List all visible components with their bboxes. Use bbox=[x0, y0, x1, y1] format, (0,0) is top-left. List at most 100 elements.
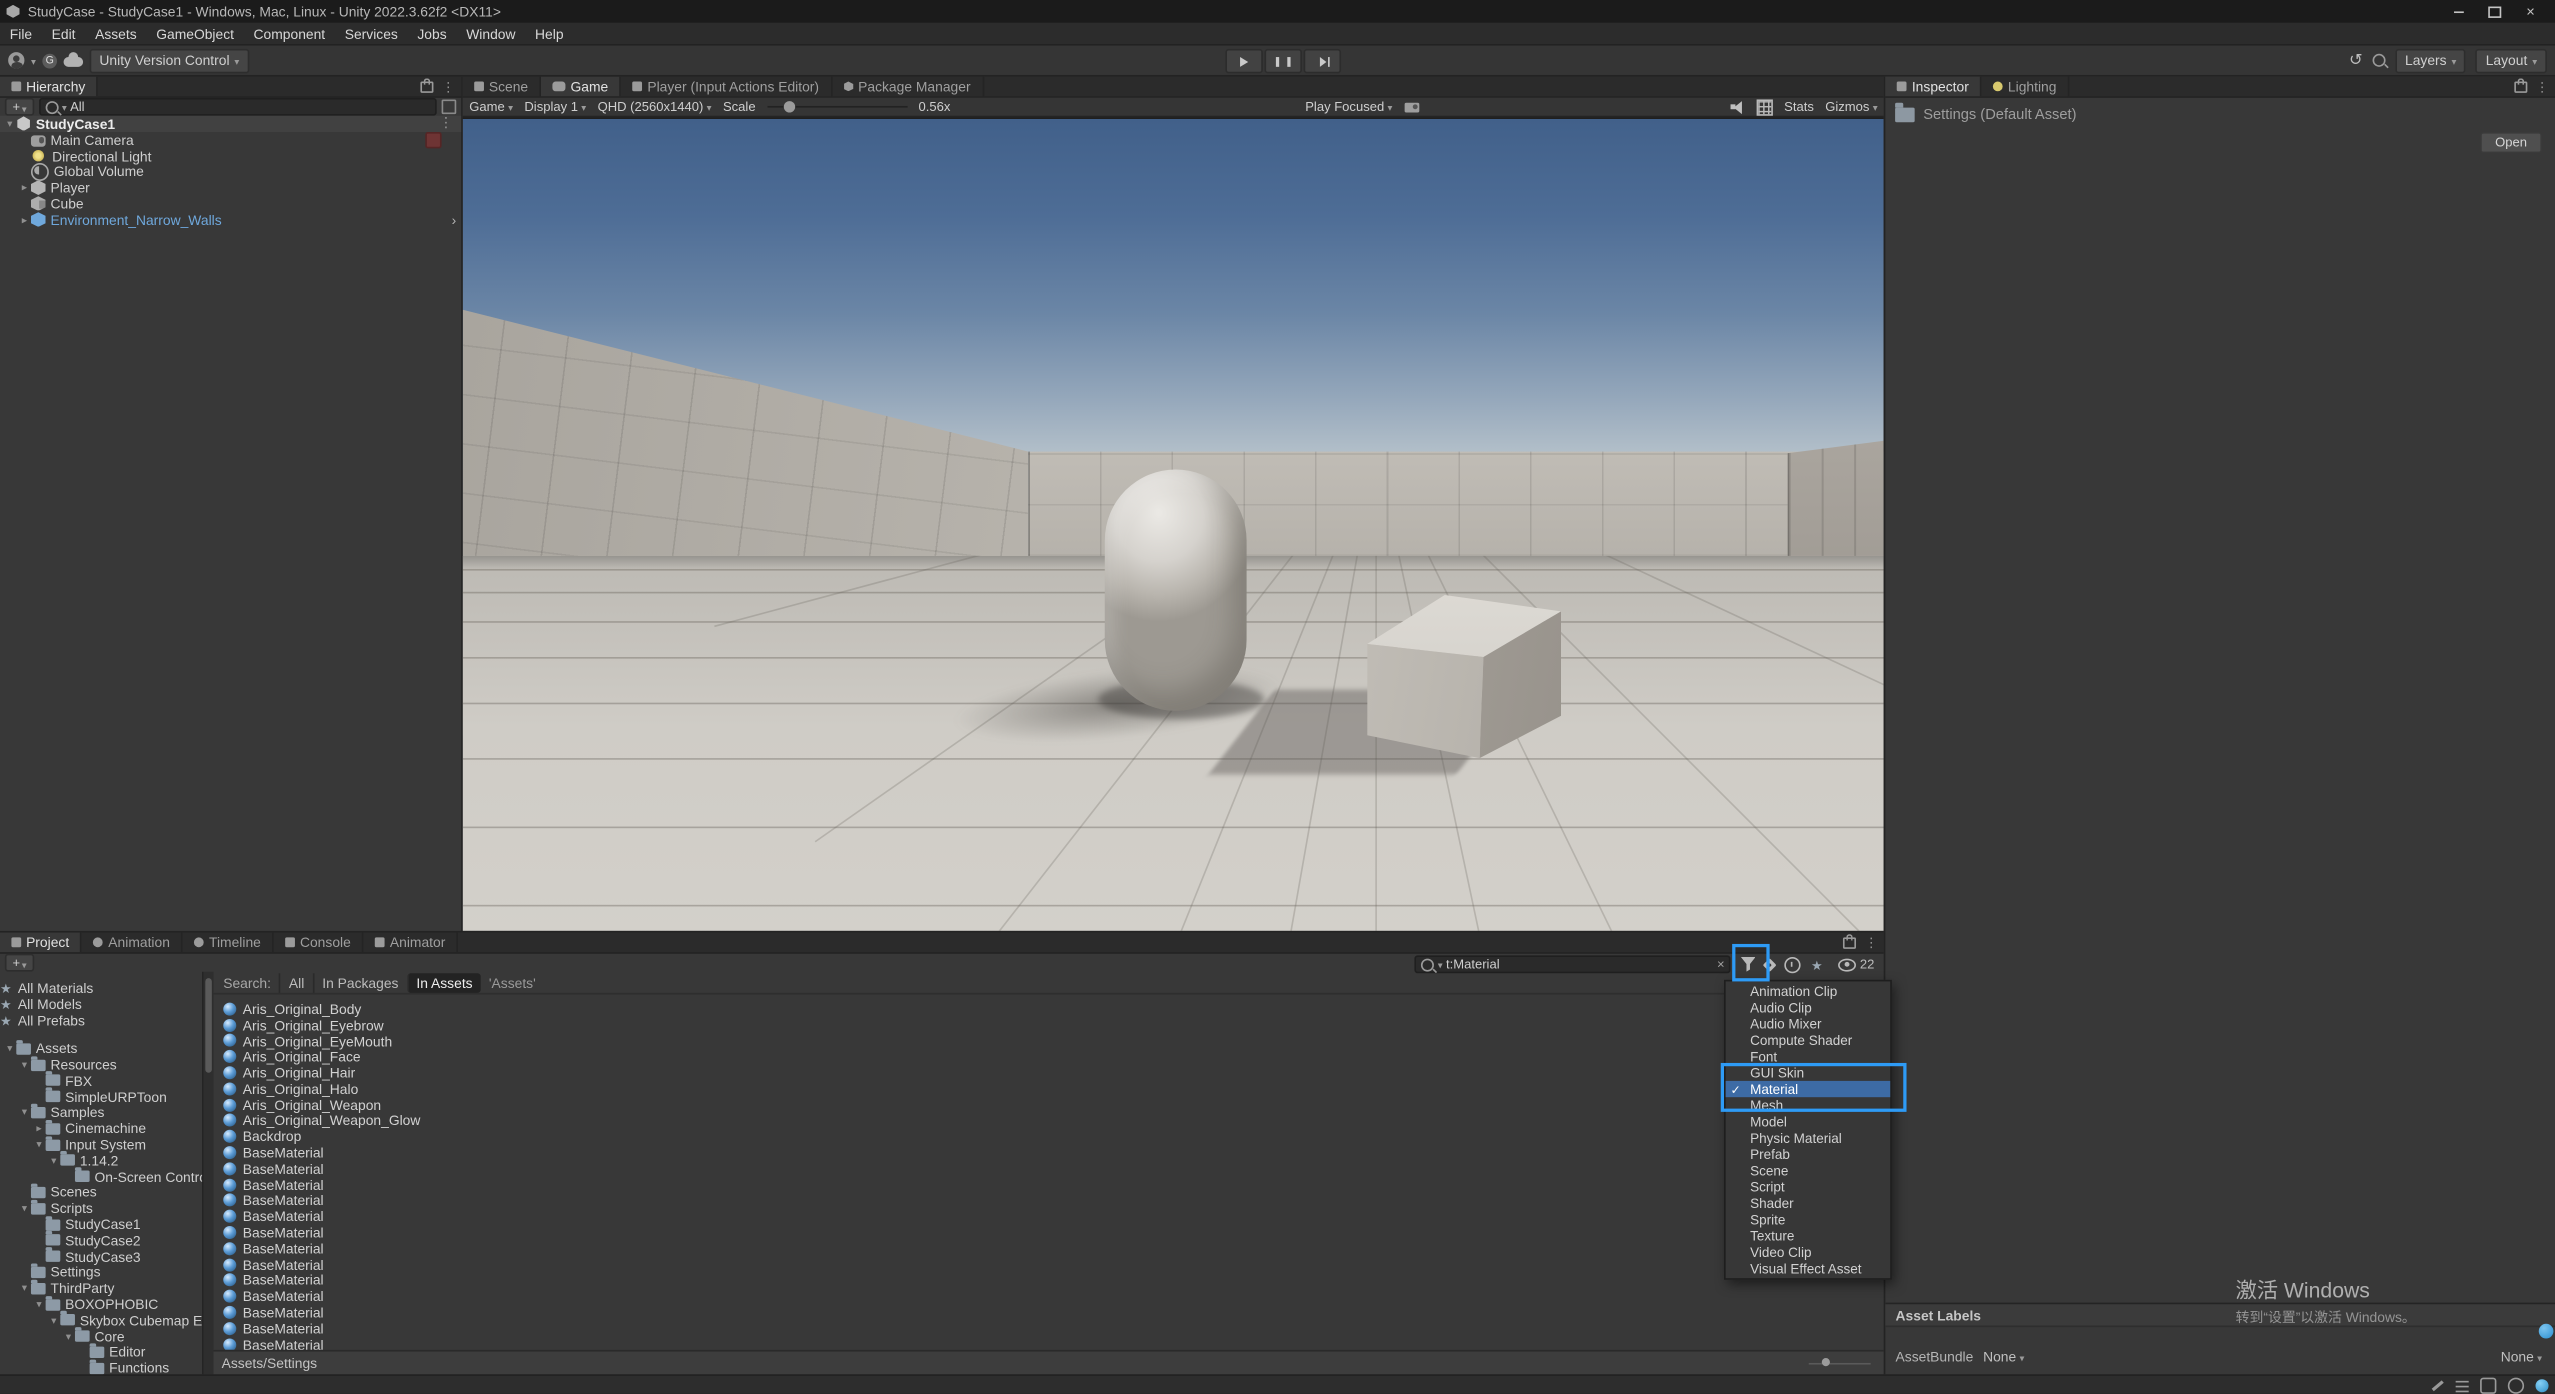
open-button[interactable]: Open bbox=[2480, 132, 2542, 153]
slider-thumb[interactable] bbox=[1822, 1358, 1830, 1366]
favorite-item[interactable]: All Models bbox=[0, 996, 202, 1012]
filter-menu-item[interactable]: Video Clip bbox=[1726, 1244, 1891, 1260]
search-options-icon[interactable] bbox=[442, 99, 457, 114]
favorite-item[interactable]: All Materials bbox=[0, 980, 202, 996]
play-button[interactable] bbox=[1225, 49, 1262, 73]
folder-item[interactable]: SimpleURPToon bbox=[0, 1089, 202, 1105]
assetbundle-variant-popup[interactable]: None bbox=[2501, 1348, 2542, 1364]
material-list-item[interactable]: BaseMaterial bbox=[223, 1193, 1884, 1209]
favorite-item[interactable]: All Prefabs bbox=[0, 1012, 202, 1028]
project-tab[interactable]: Animation bbox=[82, 933, 183, 953]
maximize-button[interactable] bbox=[2477, 0, 2513, 23]
folder-item[interactable]: On-Screen Contro bbox=[0, 1169, 202, 1185]
filter-menu-item[interactable]: Sprite bbox=[1726, 1211, 1891, 1227]
filter-menu-item[interactable]: Visual Effect Asset bbox=[1726, 1260, 1891, 1276]
folder-item[interactable]: ▾ Core bbox=[0, 1328, 202, 1344]
display-popup[interactable]: Display 1 bbox=[524, 99, 586, 114]
filter-menu-item[interactable]: Script bbox=[1726, 1179, 1891, 1195]
menu-item[interactable]: Component bbox=[244, 23, 335, 44]
expand-arrow[interactable]: ▾ bbox=[18, 1202, 31, 1215]
play-focused-popup[interactable]: Play Focused bbox=[1305, 99, 1392, 114]
folder-item[interactable]: Settings bbox=[0, 1264, 202, 1280]
project-tab[interactable]: Console bbox=[274, 933, 364, 953]
stats-toggle[interactable]: Stats bbox=[1784, 99, 1814, 114]
folder-item[interactable]: Scenes bbox=[0, 1185, 202, 1201]
material-list-item[interactable]: Backdrop bbox=[223, 1129, 1884, 1145]
folder-item[interactable]: Editor bbox=[0, 1344, 202, 1360]
hidden-packages-toggle[interactable]: 22 bbox=[1839, 957, 1875, 972]
search-scope-chip[interactable]: In Assets bbox=[407, 972, 481, 992]
material-list-item[interactable]: BaseMaterial bbox=[223, 1336, 1884, 1349]
inspector-tab[interactable]: Inspector bbox=[1886, 77, 1982, 97]
message-icon[interactable] bbox=[2480, 1377, 2496, 1393]
resolution-popup[interactable]: QHD (2560x1440) bbox=[598, 99, 712, 114]
capture-icon[interactable] bbox=[1405, 102, 1420, 112]
menu-item[interactable]: Jobs bbox=[408, 23, 457, 44]
material-list-item[interactable]: BaseMaterial bbox=[223, 1145, 1884, 1161]
folder-item[interactable]: ▾ Assets bbox=[0, 1041, 202, 1057]
step-button[interactable] bbox=[1304, 49, 1341, 73]
viewport-tab[interactable]: Game bbox=[541, 77, 621, 97]
create-asset-button[interactable] bbox=[5, 954, 34, 972]
folder-item[interactable]: StudyCase3 bbox=[0, 1248, 202, 1264]
lock-icon[interactable] bbox=[2514, 81, 2527, 92]
material-list-item[interactable]: BaseMaterial bbox=[223, 1241, 1884, 1257]
layout-button[interactable]: Layout bbox=[2476, 48, 2547, 72]
material-list-item[interactable]: Aris_Original_Hair bbox=[223, 1065, 1884, 1081]
menu-item[interactable]: Services bbox=[335, 23, 408, 44]
expand-arrow[interactable]: ▾ bbox=[33, 1298, 46, 1311]
filter-menu-item[interactable]: Audio Clip bbox=[1726, 999, 1891, 1015]
material-list-item[interactable]: Aris_Original_EyeMouth bbox=[223, 1033, 1884, 1049]
folder-item[interactable]: ▾ Samples bbox=[0, 1105, 202, 1121]
account-avatar-badge[interactable]: G bbox=[42, 53, 57, 68]
vsync-grid-icon[interactable] bbox=[1756, 99, 1772, 115]
project-tab[interactable]: Project bbox=[0, 933, 82, 953]
folder-item[interactable]: FBX bbox=[0, 1073, 202, 1089]
expand-arrow[interactable]: ▾ bbox=[47, 1314, 60, 1327]
filter-menu-item[interactable]: Model bbox=[1726, 1113, 1891, 1129]
search-icon[interactable] bbox=[2372, 54, 2385, 67]
search-scope-chip[interactable]: All bbox=[279, 972, 312, 992]
folder-item[interactable]: ▾ Scripts bbox=[0, 1200, 202, 1216]
folder-item[interactable]: ▸ Cinemachine bbox=[0, 1121, 202, 1137]
material-list-item[interactable]: Aris_Original_Halo bbox=[223, 1081, 1884, 1097]
folder-item[interactable]: ▾ BOXOPHOBIC bbox=[0, 1296, 202, 1312]
project-tab[interactable]: Animator bbox=[364, 933, 459, 953]
expand-arrow[interactable]: ▾ bbox=[33, 1138, 46, 1151]
hierarchy-item[interactable]: ▸ Environment_Narrow_Walls bbox=[0, 212, 461, 228]
folder-item[interactable]: StudyCase2 bbox=[0, 1232, 202, 1248]
material-list-item[interactable]: BaseMaterial bbox=[223, 1288, 1884, 1304]
inspector-tab[interactable]: Lighting bbox=[1982, 77, 2070, 97]
undo-history-icon[interactable] bbox=[2349, 51, 2363, 69]
viewport-tab[interactable]: Package Manager bbox=[832, 77, 984, 97]
asset-labels-header[interactable]: Asset Labels bbox=[1886, 1303, 2555, 1327]
expand-arrow[interactable]: ▾ bbox=[3, 1042, 16, 1055]
scale-slider[interactable] bbox=[767, 106, 907, 108]
hierarchy-item[interactable]: Global Volume bbox=[0, 164, 461, 180]
expand-arrow[interactable]: ▸ bbox=[33, 1122, 46, 1135]
expand-arrow[interactable]: ▾ bbox=[3, 117, 16, 130]
folder-item[interactable]: ▾ Skybox Cubemap Ext bbox=[0, 1312, 202, 1328]
material-list-item[interactable]: Aris_Original_Weapon_Glow bbox=[223, 1113, 1884, 1129]
filter-menu-item[interactable]: Shader bbox=[1726, 1195, 1891, 1211]
hierarchy-item[interactable]: Main Camera bbox=[0, 132, 461, 148]
folder-item[interactable]: ▾ Input System bbox=[0, 1137, 202, 1153]
folder-item[interactable]: ▾ ThirdParty bbox=[0, 1280, 202, 1296]
thumbnail-size-slider[interactable] bbox=[1809, 1362, 1871, 1364]
lock-icon[interactable] bbox=[420, 81, 433, 92]
close-button[interactable] bbox=[2513, 0, 2549, 23]
assetbundle-popup[interactable]: None bbox=[1983, 1348, 2024, 1364]
save-search-star-icon[interactable] bbox=[1811, 956, 1826, 972]
hierarchy-item[interactable]: ▾ StudyCase1 bbox=[0, 116, 461, 132]
expand-arrow[interactable]: ▸ bbox=[18, 181, 31, 194]
material-list-item[interactable]: BaseMaterial bbox=[223, 1273, 1884, 1289]
filter-menu-item[interactable]: Compute Shader bbox=[1726, 1032, 1891, 1048]
pause-button[interactable] bbox=[1264, 49, 1301, 73]
game-viewport[interactable] bbox=[463, 117, 1884, 931]
mute-audio-icon[interactable] bbox=[1730, 100, 1745, 113]
expand-arrow[interactable]: ▾ bbox=[18, 1058, 31, 1071]
version-control-button[interactable]: Unity Version Control bbox=[90, 48, 249, 72]
folders-scrollbar[interactable] bbox=[204, 972, 214, 1375]
account-caret-icon[interactable] bbox=[31, 52, 36, 68]
tab-hierarchy[interactable]: Hierarchy bbox=[0, 77, 98, 97]
